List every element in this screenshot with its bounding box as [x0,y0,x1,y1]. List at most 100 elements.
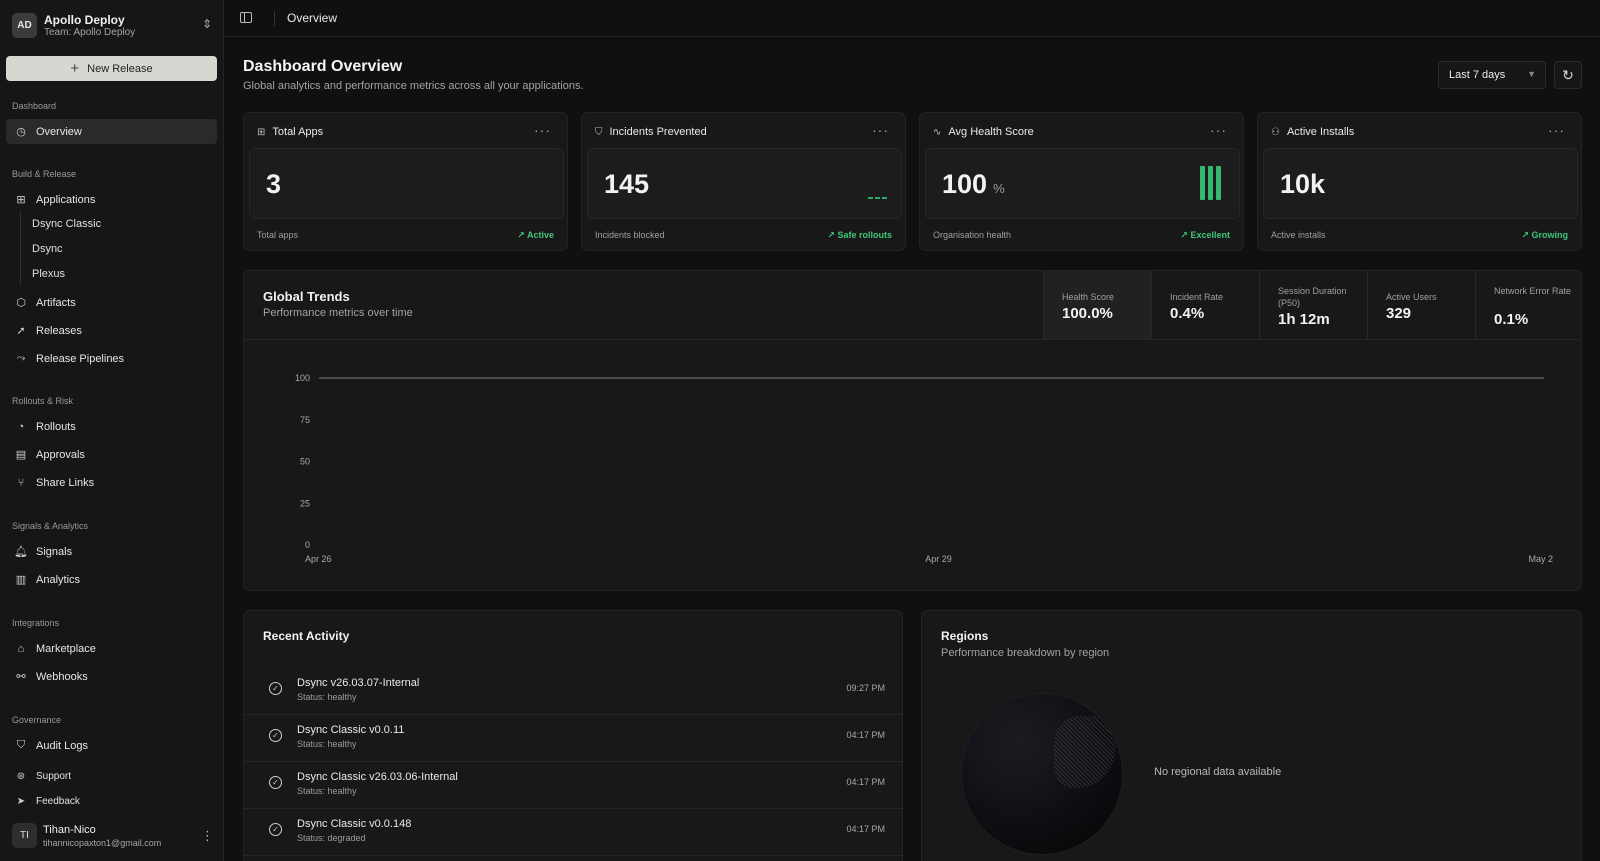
new-release-button[interactable]: + New Release [6,56,217,81]
metric-label: Incident Rate [1170,292,1224,302]
metric-tab-active-users[interactable]: Active Users 329 [1367,271,1475,339]
sidebar-item-overview[interactable]: ◷ Overview [6,119,217,144]
stat-value-number: 145 [604,169,650,199]
sidebar-item-share-links[interactable]: ⑂ Share Links [6,470,217,495]
metric-value: 100.0% [1062,305,1113,322]
sidebar-item-label: Audit Logs [36,739,88,752]
section-label-rollouts: Rollouts & Risk [12,396,74,406]
sidebar-item-label: Rollouts [36,420,76,433]
activity-row[interactable]: ✓ Dsync v26.03.07-Internal Status: healt… [244,668,902,715]
stat-card-header: ⊞ Total Apps [257,126,323,138]
trend-up-icon: ↗ [517,230,527,240]
stat-trend: ↗ Excellent [1180,230,1230,241]
regions-empty-message: No regional data available [1154,766,1282,778]
team-subtitle: Team: Apollo Deploy [44,27,136,38]
team-name: Apollo Deploy [44,13,125,27]
activity-status: Status: degraded [297,833,366,843]
stat-footer-label: Active installs [1271,230,1326,240]
section-label-build: Build & Release [12,169,77,179]
sidebar-item-label: Artifacts [36,296,76,309]
sidebar-item-analytics[interactable]: ▥ Analytics [6,567,217,592]
git-branch-icon: ⑂ [17,476,25,489]
regions-title: Regions [941,629,989,643]
trends-title: Global Trends [263,289,350,304]
trends-subtitle: Performance metrics over time [263,307,413,319]
stat-card-value-box: 3 [249,148,564,219]
feedback-link[interactable]: ➤ Feedback [6,791,80,811]
more-options-icon[interactable]: ··· [1548,122,1565,138]
metric-tab-network-error-rate[interactable]: Network Error Rate 0.1% [1475,271,1581,339]
more-options-icon[interactable]: ··· [534,122,551,138]
sidebar-item-rollouts[interactable]: ◔ Rollouts [6,414,217,439]
stat-card-value-box: 100% [925,148,1240,219]
submenu-guide-line [20,212,21,284]
stat-card-title: Total Apps [272,126,324,138]
sidebar-item-releases[interactable]: ➚ Releases [6,318,217,343]
team-switcher[interactable]: AD Apollo Deploy Team: Apollo Deploy ⇕ [12,12,216,40]
gauge-icon: ◷ [16,126,26,138]
more-options-icon[interactable]: ··· [1210,122,1227,138]
kebab-menu-icon[interactable]: ⋮ [201,828,214,844]
cube-icon: ⬡ [16,297,26,309]
activity-row[interactable]: ✓ Dsync Classic v0.0.148 Status: degrade… [244,809,902,856]
section-label-governance: Governance [12,715,62,725]
activity-row[interactable]: ✓ Dsync Classic v26.03.06-Internal Statu… [244,762,902,809]
user-email: tihannicopaxton1@gmail.com [43,838,162,848]
refresh-button[interactable]: ↻ [1554,61,1582,89]
y-tick-label: 50 [300,457,310,467]
sidebar-item-release-pipelines[interactable]: ⤳ Release Pipelines [6,346,217,371]
sidebar-subitem-dsync-classic[interactable]: Dsync Classic [32,218,101,230]
sidebar-item-approvals[interactable]: ▤ Approvals [6,442,217,467]
sidebar-subitem-plexus[interactable]: Plexus [32,268,65,280]
stat-card-incidents-prevented: ⛉ Incidents Prevented ··· 145 Incidents … [581,112,906,251]
pulse-icon: ∿ [933,126,942,138]
sidebar-item-applications[interactable]: ⊞ Applications [6,187,217,212]
stat-value-unit: % [993,181,1005,196]
x-tick-label: Apr 29 [925,554,952,564]
bell-icon: 🔔︎ [14,546,28,558]
support-link[interactable]: ⊛ Support [6,766,71,786]
date-range-select[interactable]: Last 7 days ▼ [1438,61,1546,89]
sidebar-item-webhooks[interactable]: ⚯ Webhooks [6,664,217,689]
globe-visual[interactable] [962,694,1122,854]
stat-card-title: Avg Health Score [948,126,1034,138]
sidebar-item-label: Signals [36,545,73,558]
stat-card-value-box: 10k [1263,148,1578,219]
metric-tab-session-duration[interactable]: Session Duration (P50) 1h 12m [1259,271,1367,339]
sidebar-item-artifacts[interactable]: ⬡ Artifacts [6,290,217,315]
metric-tab-health-score[interactable]: Health Score 100.0% [1043,271,1151,339]
sparkline-dashes [868,197,887,199]
sidebar-toggle-icon[interactable] [240,12,252,23]
sidebar-item-signals[interactable]: 🔔︎ Signals [6,539,217,564]
bar-chart-icon: ▥ [15,574,27,586]
stat-footer-label: Organisation health [933,230,1012,240]
user-menu[interactable]: TI Tihan-Nico tihannicopaxton1@gmail.com… [12,823,218,851]
stat-card-active-installs: ⚇ Active Installs ··· 10k Active install… [1257,112,1582,251]
x-tick-label: May 2 [1528,554,1553,564]
metric-tab-incident-rate[interactable]: Incident Rate 0.4% [1151,271,1259,339]
workflow-icon: ⤳ [16,352,26,364]
sidebar-item-label: Webhooks [36,670,88,683]
activity-time: 09:27 PM [846,683,885,693]
shield-icon: ⛉ [595,126,603,138]
sidebar-subitem-dsync[interactable]: Dsync [32,243,63,255]
stat-card-header: ⚇ Active Installs [1271,126,1354,138]
activity-row[interactable]: ✓ Dsync Classic v0.0.11 Status: healthy … [244,715,902,762]
y-tick-label: 0 [305,540,310,550]
sidebar-item-audit-logs[interactable]: ⛉ Audit Logs [6,733,217,758]
trend-up-icon: ↗ [827,230,838,240]
lifebuoy-icon: ⊛ [16,770,26,782]
stat-card-header: ⛉ Incidents Prevented [595,126,707,138]
x-tick-label: Apr 26 [305,554,332,564]
activity-name: Dsync Classic v0.0.11 [297,724,405,736]
activity-status: Status: healthy [297,739,357,749]
stat-trend-label: Excellent [1190,230,1230,240]
more-options-icon[interactable]: ··· [872,122,889,138]
trend-up-icon: ↗ [1180,230,1191,240]
support-label: Support [36,770,72,782]
shield-icon: ⛉ [16,739,26,751]
activity-time: 04:17 PM [846,730,885,740]
stat-value-number: 3 [266,169,282,199]
rocket-icon: ➚ [16,325,26,337]
sidebar-item-marketplace[interactable]: ⌂ Marketplace [6,636,217,661]
